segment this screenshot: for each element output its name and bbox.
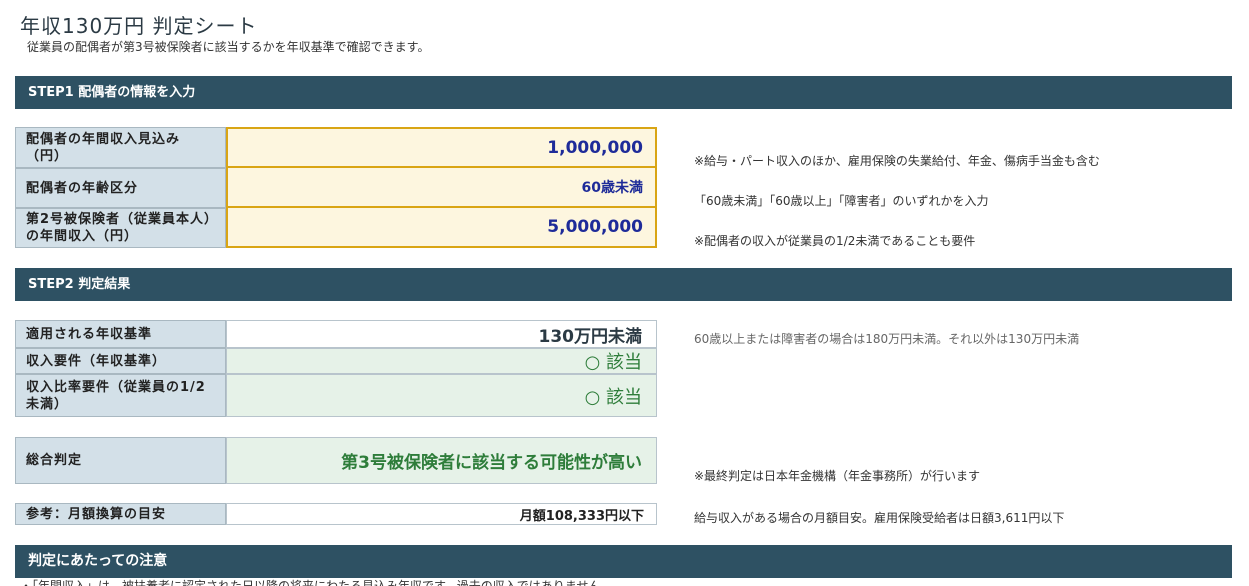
overall-label: 総合判定 [15, 437, 226, 484]
step2-heading: STEP2 判定結果 [15, 268, 1232, 301]
income-requirement-status: ○ 該当 [226, 348, 657, 374]
employee-income-input[interactable]: 5,000,000 [226, 208, 657, 248]
overall-result: 第3号被保険者に該当する可能性が高い [226, 437, 657, 484]
annual-income-label: 配偶者の年間収入見込み（円） [15, 127, 226, 168]
caution-first-line: ・「年間収入」は、被扶養者に認定された日以降の将来にわたる見込み年収です。過去の… [20, 579, 601, 586]
annual-income-row: 配偶者の年間収入見込み（円） 1,000,000 [15, 127, 657, 168]
age-note: 「60歳未満」「60歳以上」「障害者」のいずれかを入力 [694, 194, 989, 208]
age-category-row: 配偶者の年齢区分 60歳未満 [15, 168, 657, 208]
income-requirement-label: 収入要件（年収基準） [15, 348, 226, 374]
threshold-value: 130万円未満 [226, 320, 657, 348]
reference-label: 参考：月額換算の目安 [15, 503, 226, 525]
threshold-note: 60歳以上または障害者の場合は180万円未満。それ以外は130万円未満 [694, 332, 1080, 346]
income-requirement-row: 収入要件（年収基準） ○ 該当 [15, 348, 657, 374]
age-category-input[interactable]: 60歳未満 [226, 168, 657, 208]
overall-note: ※最終判定は日本年金機構（年金事務所）が行います [694, 469, 981, 483]
ratio-requirement-row: 収入比率要件（従業員の1/2未満） ○ 該当 [15, 374, 657, 417]
ratio-note: ※配偶者の収入が従業員の1/2未満であることも要件 [694, 234, 976, 248]
age-category-label: 配偶者の年齢区分 [15, 168, 226, 208]
reference-note: 給与収入がある場合の月額目安。雇用保険受給者は日額3,611円以下 [694, 511, 1065, 525]
annual-income-input[interactable]: 1,000,000 [226, 127, 657, 168]
page-subtitle: 従業員の配偶者が第3号被保険者に該当するかを年収基準で確認できます。 [27, 40, 430, 54]
employee-income-label: 第2号被保険者（従業員本人）の年間収入（円） [15, 208, 226, 248]
income-note: ※給与・パート収入のほか、雇用保険の失業給付、年金、傷病手当金も含む [694, 154, 1100, 168]
ratio-requirement-status: ○ 該当 [226, 374, 657, 417]
page-title: 年収130万円 判定シート [20, 14, 258, 38]
step1-heading: STEP1 配偶者の情報を入力 [15, 76, 1232, 109]
overall-row: 総合判定 第3号被保険者に該当する可能性が高い [15, 437, 657, 484]
employee-income-row: 第2号被保険者（従業員本人）の年間収入（円） 5,000,000 [15, 208, 657, 248]
reference-row: 参考：月額換算の目安 月額108,333円以下 [15, 503, 657, 525]
ratio-requirement-label: 収入比率要件（従業員の1/2未満） [15, 374, 226, 417]
reference-value: 月額108,333円以下 [226, 503, 657, 525]
threshold-label: 適用される年収基準 [15, 320, 226, 348]
threshold-row: 適用される年収基準 130万円未満 [15, 320, 657, 348]
caution-heading: 判定にあたっての注意 [15, 545, 1232, 578]
